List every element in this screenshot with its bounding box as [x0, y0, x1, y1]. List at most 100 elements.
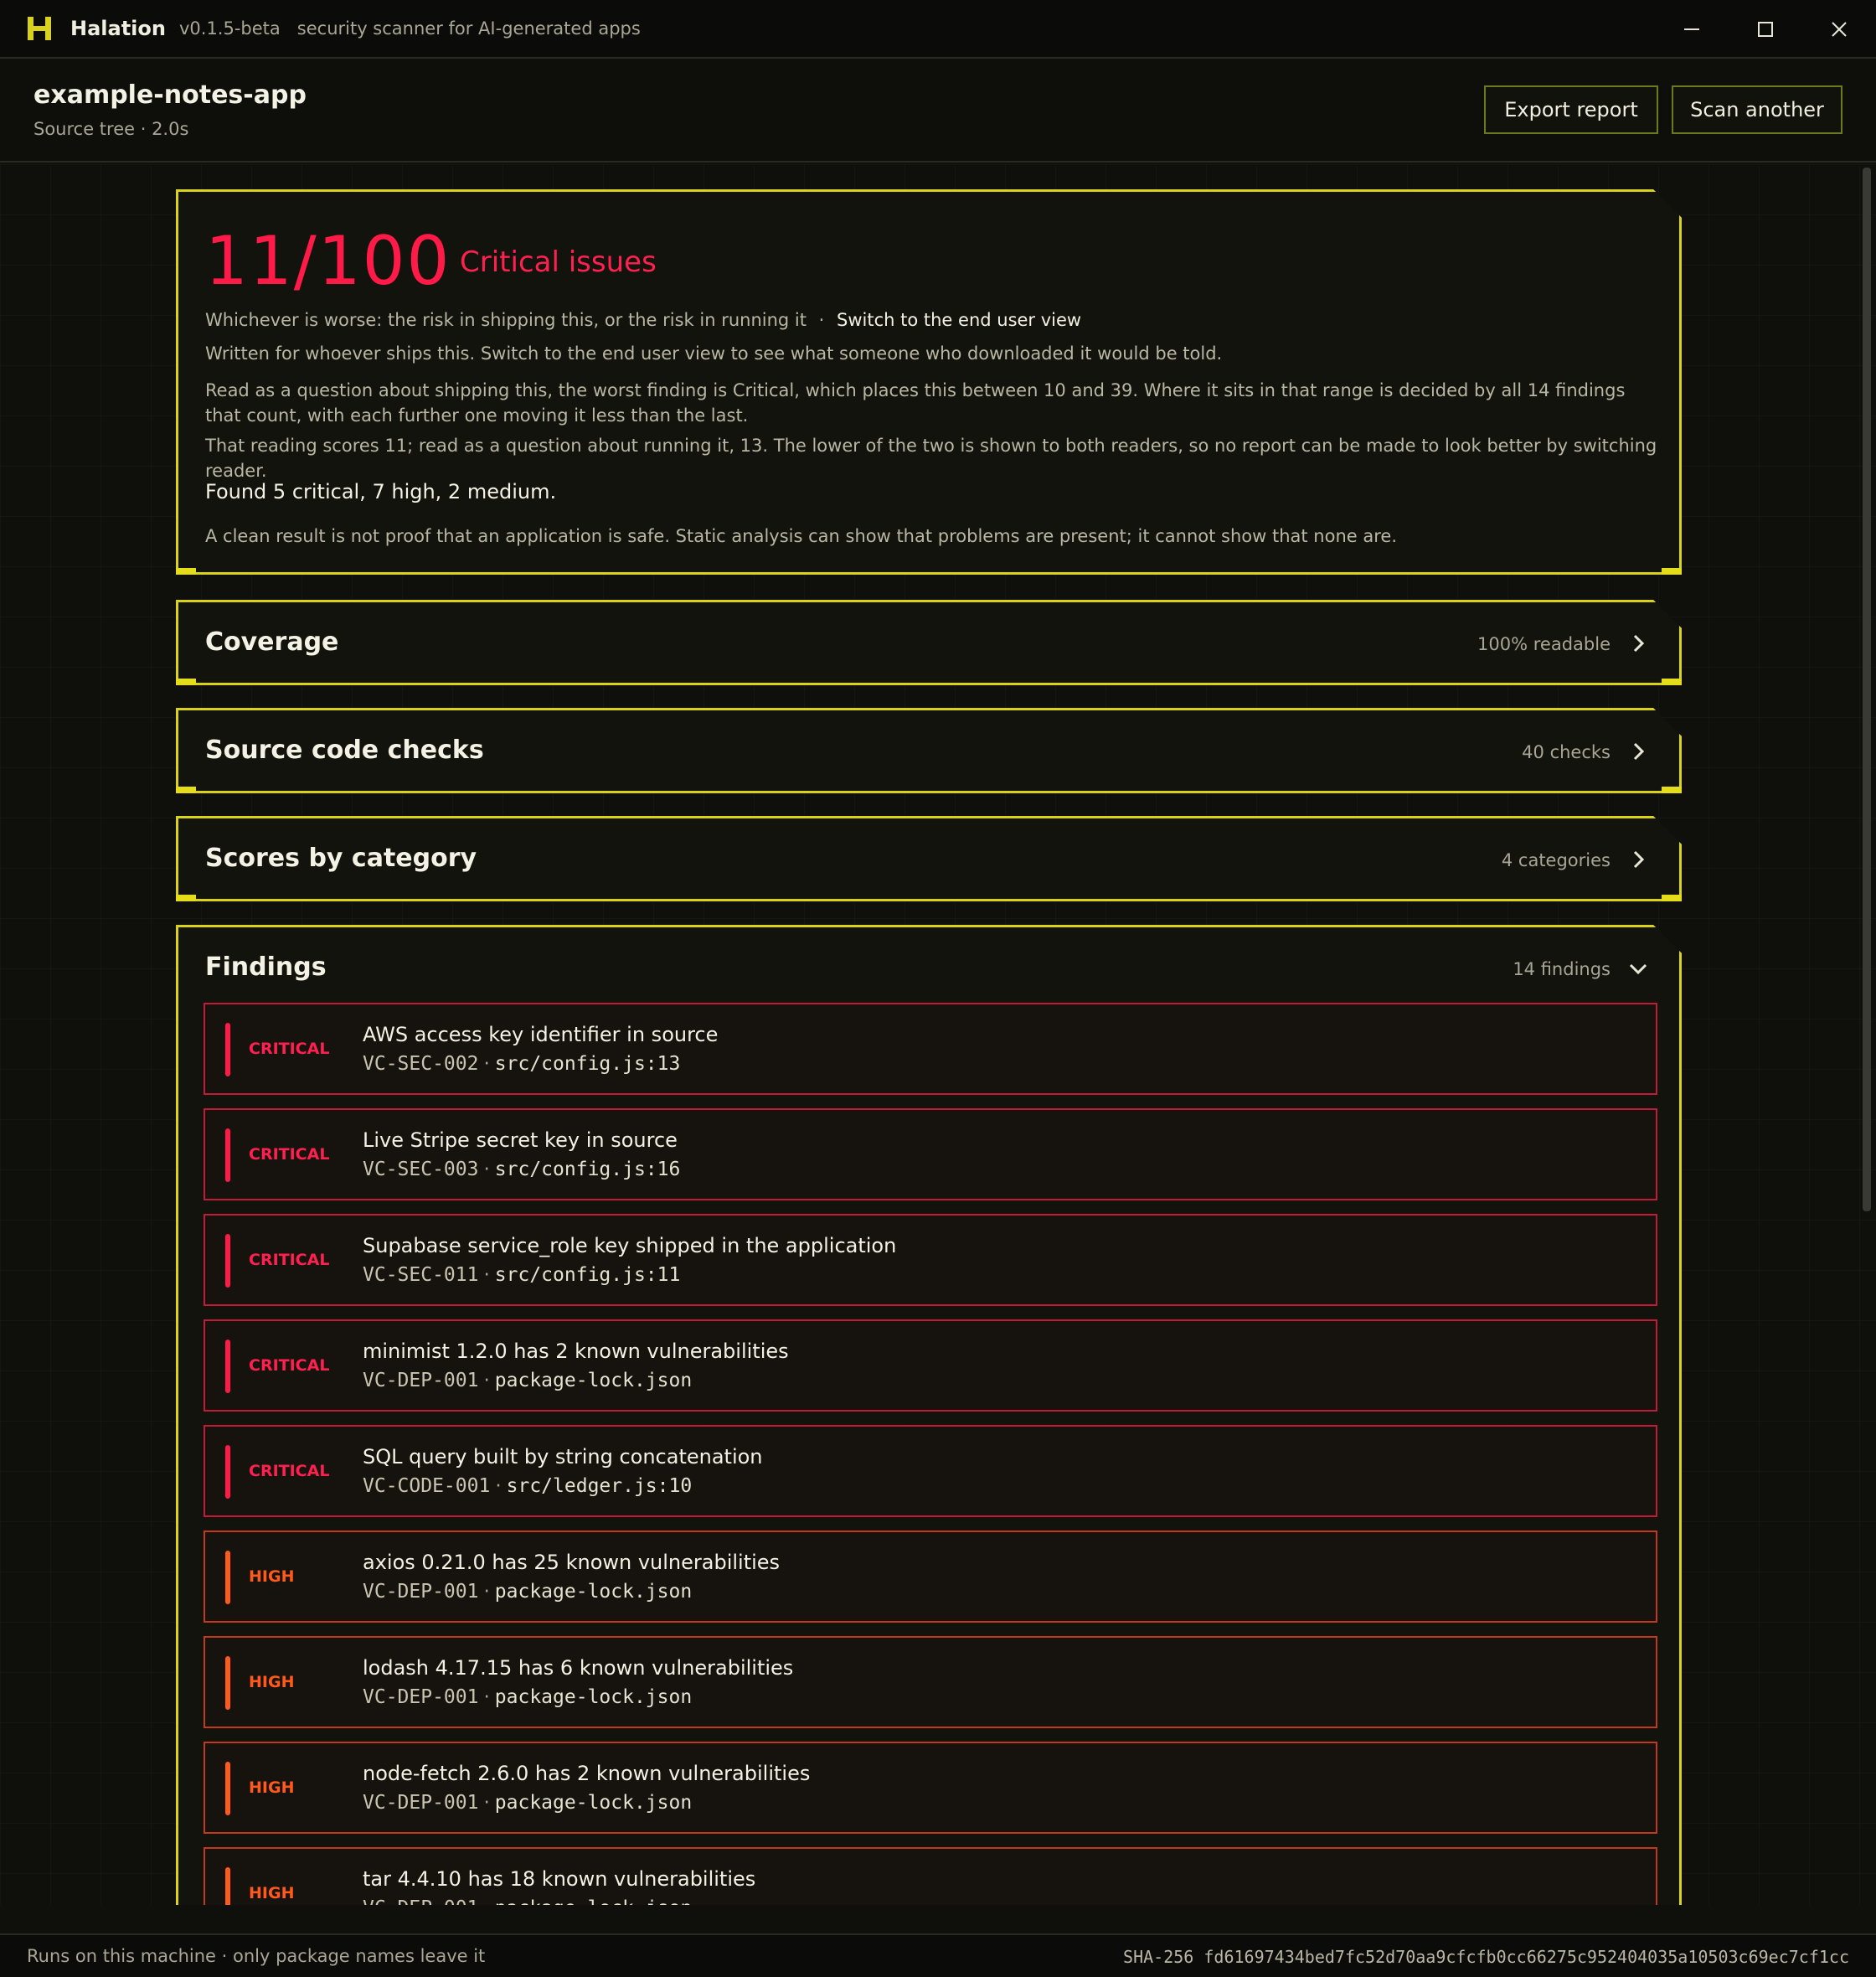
score-explanation: Read as a question about shipping this, … [205, 380, 1626, 426]
severity-badge: CRITICAL [249, 1251, 330, 1269]
finding-row[interactable]: HIGH node-fetch 2.6.0 has 2 known vulnera… [204, 1742, 1657, 1834]
severity-indicator [225, 1656, 230, 1710]
score-value: 11/100 [205, 222, 451, 300]
file-path: src/ledger.js:10 [506, 1475, 693, 1497]
finding-row[interactable]: CRITICAL SQL query built by string concat… [204, 1425, 1657, 1517]
scan-another-button[interactable]: Scan another [1672, 85, 1842, 134]
export-report-button[interactable]: Export report [1484, 85, 1658, 134]
severity-badge: HIGH [249, 1567, 295, 1586]
file-path: package-lock.json [494, 1370, 693, 1391]
finding-title: minimist 1.2.0 has 2 known vulnerabiliti… [363, 1340, 789, 1363]
file-path: src/config.js:11 [494, 1264, 681, 1286]
chevron-right-icon[interactable] [1627, 741, 1649, 762]
file-path: package-lock.json [494, 1686, 693, 1708]
finding-location: VC-DEP-001·package-lock.json [363, 1370, 693, 1391]
finding-row[interactable]: HIGH axios 0.21.0 has 25 known vulnerabil… [204, 1530, 1657, 1623]
file-path: package-lock.json [494, 1792, 693, 1814]
maximize-icon [1758, 22, 1773, 37]
source-checks-meta: 40 checks [1522, 742, 1611, 762]
file-path: src/config.js:13 [494, 1053, 681, 1075]
categories-meta: 4 categories [1501, 850, 1611, 870]
finding-location: VC-CODE-001 · src/ledger.js:10 [363, 1475, 693, 1497]
file-path: package-lock.json [495, 1897, 692, 1905]
score-basis-text: Whichever is worse: the risk in shipping… [205, 310, 807, 330]
minimize-button[interactable] [1655, 0, 1729, 59]
categories-section[interactable]: Scores by category 4 categories [176, 816, 1682, 901]
report-hash: SHA-256 fd61697434bed7fc52d70aa9cfcfb0cc… [1123, 1947, 1849, 1967]
severity-indicator [225, 1445, 230, 1499]
rule-id: VC-DEP-001 [363, 1792, 479, 1814]
score-panel: 11/100 Critical issues Whichever is wors… [176, 189, 1682, 575]
rule-id: VC-DEP-001 [363, 1370, 479, 1391]
finding-title: AWS access key identifier in source [363, 1023, 719, 1046]
coverage-meta: 100% readable [1477, 634, 1611, 654]
coverage-title: Coverage [205, 627, 339, 657]
severity-indicator [225, 1023, 230, 1076]
finding-location: VC-DEP-001·package-lock.json [363, 1581, 693, 1603]
disclaimer: A clean result is not proof that an appl… [205, 526, 1397, 546]
finding-title: axios 0.21.0 has 25 known vulnerabilitie… [363, 1551, 781, 1574]
score-summary-line: Whichever is worse: the risk in shipping… [205, 310, 1082, 330]
finding-row[interactable]: CRITICAL Supabase service_role key shippe… [204, 1214, 1657, 1306]
finding-location: VC-SEC-011 · src/config.js:11 [363, 1264, 681, 1286]
app-version: v0.1.5-beta [178, 18, 281, 39]
severity-badge: CRITICAL [249, 1356, 330, 1375]
app-name: Halation [70, 17, 166, 40]
rule-id: VC-SEC-011 [363, 1264, 479, 1286]
severity-badge: HIGH [249, 1673, 295, 1691]
report-header: example-notes-app Source tree · 2.0s Exp… [0, 60, 1876, 163]
rule-id: VC-CODE-001 [363, 1475, 491, 1497]
status-bar: Runs on this machine · only package name… [0, 1933, 1876, 1977]
finding-location: VC-DEP-001·package-lock.json [363, 1897, 692, 1905]
chevron-down-icon[interactable] [1627, 958, 1649, 979]
report-content[interactable]: 11/100 Critical issues Whichever is wors… [0, 164, 1876, 1905]
severity-badge: CRITICAL [249, 1040, 330, 1058]
rule-id: VC-DEP-001 [363, 1897, 478, 1905]
maximize-button[interactable] [1729, 0, 1802, 59]
severity-indicator [225, 1551, 230, 1604]
finding-location: VC-DEP-001·package-lock.json [363, 1686, 693, 1708]
findings-section: Findings 14 findings CRITICAL AWS access … [176, 925, 1682, 1905]
severity-indicator [225, 1128, 230, 1182]
findings-meta: 14 findings [1513, 959, 1611, 979]
finding-row[interactable]: CRITICAL Live Stripe secret key in source… [204, 1108, 1657, 1200]
severity-indicator [225, 1234, 230, 1288]
chevron-right-icon[interactable] [1627, 632, 1649, 654]
coverage-section[interactable]: Coverage 100% readable [176, 600, 1682, 685]
chevron-right-icon[interactable] [1627, 849, 1649, 870]
finding-title: tar 4.4.10 has 18 known vulnerabilities [363, 1867, 756, 1891]
title-bar: Halation v0.1.5-beta security scanner fo… [0, 0, 1876, 59]
severity-badge: HIGH [249, 1778, 295, 1797]
source-checks-title: Source code checks [205, 736, 484, 765]
finding-row[interactable]: HIGH lodash 4.17.15 has 6 known vulnerabi… [204, 1636, 1657, 1728]
severity-indicator [225, 1762, 230, 1815]
severity-badge: CRITICAL [249, 1145, 330, 1164]
finding-location: VC-SEC-002 · src/config.js:13 [363, 1053, 681, 1075]
scrollbar-thumb[interactable] [1863, 168, 1871, 1211]
app-tagline: security scanner for AI-generated apps [296, 18, 641, 39]
rule-id: VC-DEP-001 [363, 1686, 479, 1708]
score-label: Critical issues [460, 245, 657, 279]
rule-id: VC-DEP-001 [363, 1581, 479, 1603]
finding-title: Supabase service_role key shipped in the… [363, 1234, 897, 1257]
close-icon [1832, 22, 1847, 37]
finding-title: lodash 4.17.15 has 6 known vulnerabiliti… [363, 1656, 794, 1680]
finding-row[interactable]: CRITICAL AWS access key identifier in sou… [204, 1003, 1657, 1095]
severity-indicator [225, 1340, 230, 1393]
source-checks-section[interactable]: Source code checks 40 checks [176, 708, 1682, 793]
severity-badge: HIGH [249, 1884, 295, 1902]
categories-title: Scores by category [205, 844, 477, 873]
scan-meta: Source tree · 2.0s [34, 119, 189, 139]
privacy-note: Runs on this machine · only package name… [27, 1946, 486, 1966]
project-name: example-notes-app [34, 80, 307, 110]
close-button[interactable] [1802, 0, 1876, 59]
severity-badge: CRITICAL [249, 1462, 330, 1480]
finding-row[interactable]: CRITICAL minimist 1.2.0 has 2 known vulne… [204, 1319, 1657, 1412]
switch-end-user-view-link[interactable]: Switch to the end user view [837, 310, 1081, 330]
findings-title[interactable]: Findings [205, 952, 327, 982]
finding-row[interactable]: HIGH tar 4.4.10 has 18 known vulnerabilit… [204, 1847, 1657, 1905]
audience-note: Written for whoever ships this. Switch t… [205, 343, 1223, 364]
finding-location: VC-SEC-003 · src/config.js:16 [363, 1159, 681, 1180]
finding-location: VC-DEP-001·package-lock.json [363, 1792, 693, 1814]
minimize-icon [1684, 28, 1699, 30]
